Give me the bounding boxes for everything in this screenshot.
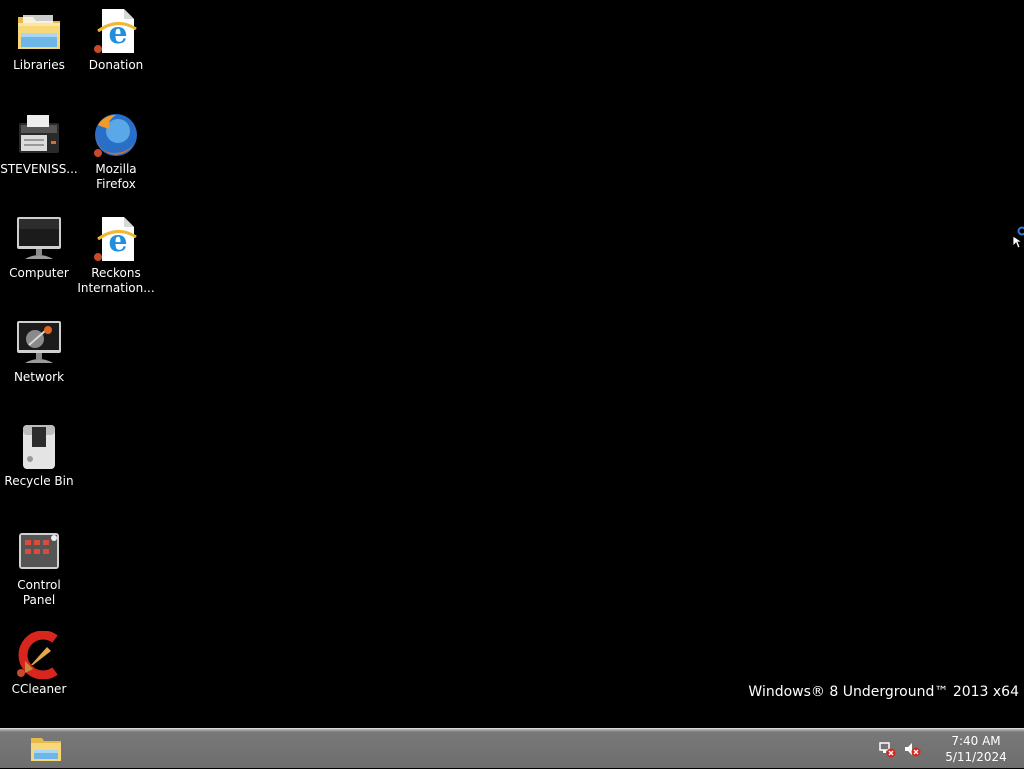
taskbar-file-explorer-button[interactable] — [24, 733, 68, 767]
desktop-icon-donation[interactable]: e Donation — [77, 7, 155, 73]
desktop-icon-network[interactable]: Network — [0, 319, 78, 385]
ccleaner-shortcut-icon — [15, 631, 63, 679]
desktop-icon-computer[interactable]: Computer — [0, 215, 78, 281]
desktop-icon-label: Libraries — [0, 58, 78, 73]
control-panel-icon — [15, 527, 63, 575]
desktop-icon-label: Mozilla Firefox — [77, 162, 155, 192]
desktop-icon-label: Reckons Internation... — [77, 266, 155, 296]
desktop-icon-libraries[interactable]: Libraries — [0, 7, 78, 73]
svg-text:e: e — [108, 16, 127, 51]
network-disconnected-icon[interactable] — [878, 740, 896, 758]
computer-monitor-icon — [15, 215, 63, 263]
printer-icon — [15, 111, 63, 159]
clock-time: 7:40 AM — [928, 733, 1024, 749]
desktop-icon-printer[interactable]: STEVENISS... — [0, 111, 78, 177]
desktop-icon-ccleaner[interactable]: CCleaner — [0, 631, 78, 697]
system-tray: 7:40 AM 5/11/2024 — [878, 729, 1024, 769]
recycle-bin-icon — [15, 423, 63, 471]
svg-text:e: e — [108, 224, 127, 259]
firefox-shortcut-icon — [92, 111, 140, 159]
desktop-icon-label: CCleaner — [0, 682, 78, 697]
desktop-icon-label: Donation — [77, 58, 155, 73]
clock-date: 5/11/2024 — [928, 749, 1024, 765]
taskbar-clock[interactable]: 7:40 AM 5/11/2024 — [928, 733, 1024, 765]
network-icon — [15, 319, 63, 367]
mouse-cursor-icon — [1012, 226, 1024, 248]
desktop-icon-label: STEVENISS... — [0, 162, 78, 177]
desktop: Libraries STEVENISS... — [0, 0, 1024, 728]
taskbar: 7:40 AM 5/11/2024 — [0, 728, 1024, 768]
desktop-icon-label: Recycle Bin — [0, 474, 78, 489]
libraries-folder-icon — [15, 7, 63, 55]
internet-explorer-shortcut-icon: e — [92, 7, 140, 55]
desktop-icon-label: Control Panel — [0, 578, 78, 608]
desktop-icon-label: Computer — [0, 266, 78, 281]
os-watermark: Windows® 8 Underground™ 2013 x64 — [748, 684, 1019, 700]
volume-muted-icon[interactable] — [903, 740, 921, 758]
desktop-icon-label: Network — [0, 370, 78, 385]
internet-explorer-shortcut-icon: e — [92, 215, 140, 263]
desktop-icon-control-panel[interactable]: Control Panel — [0, 527, 78, 608]
desktop-icon-firefox[interactable]: Mozilla Firefox — [77, 111, 155, 192]
file-explorer-icon — [29, 733, 63, 767]
desktop-icon-reckons[interactable]: e Reckons Internation... — [77, 215, 155, 296]
desktop-icon-recycle-bin[interactable]: Recycle Bin — [0, 423, 78, 489]
